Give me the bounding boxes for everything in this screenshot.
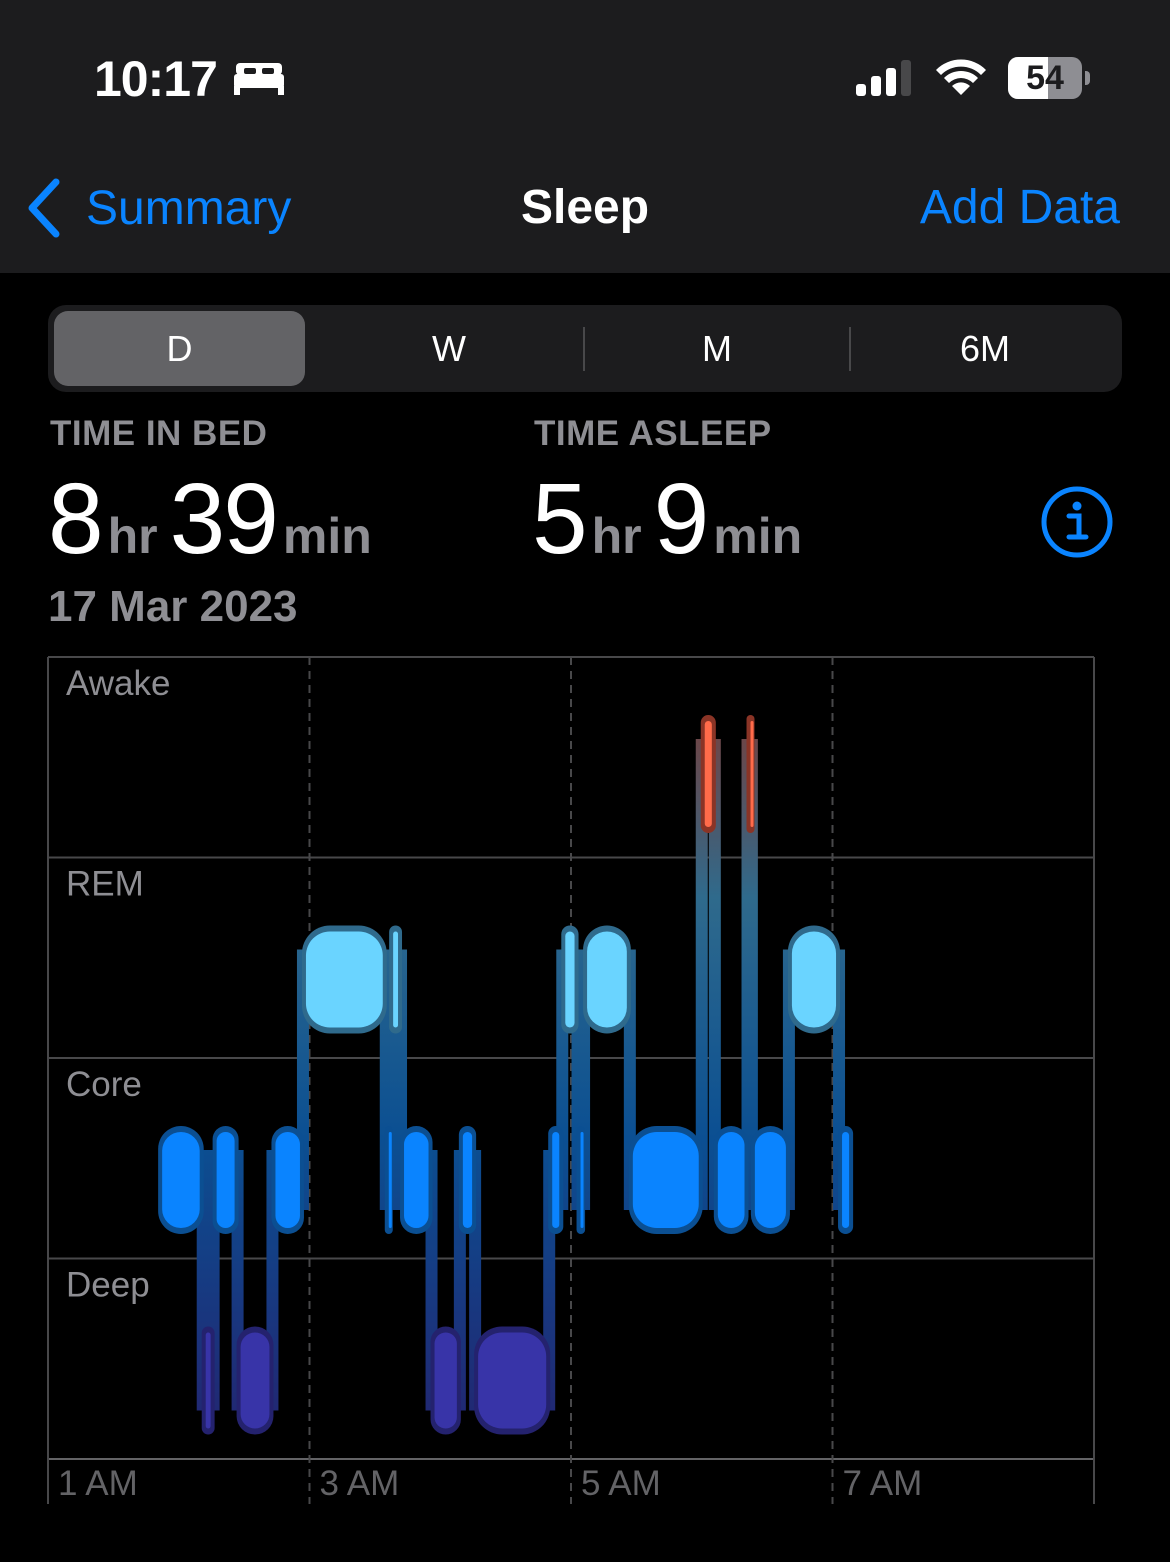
stage-label-core: Core (66, 1065, 142, 1104)
stage-bar-rem[interactable] (791, 931, 837, 1028)
signal-bar (886, 68, 896, 96)
x-tick-label: 5 AM (581, 1464, 661, 1503)
stage-label-rem: REM (66, 865, 144, 904)
time-in-bed-minutes: 39 (169, 463, 279, 575)
time-in-bed-label: TIME IN BED (50, 414, 268, 453)
stage-bar-deep[interactable] (478, 1332, 547, 1429)
date-label: 17 Mar 2023 (48, 582, 298, 631)
battery-indicator: 54 (1008, 57, 1090, 99)
stage-bar-rem[interactable] (565, 931, 575, 1028)
stage-bar-core[interactable] (717, 1132, 745, 1228)
stage-bar-core[interactable] (552, 1132, 560, 1228)
signal-bar (901, 60, 911, 96)
top-bar: 10:17 54 Summary Sleep Add Data (0, 0, 1170, 273)
stage-bar-core[interactable] (388, 1132, 392, 1228)
bed-icon (234, 63, 284, 95)
stage-bar-core[interactable] (632, 1132, 699, 1228)
x-tick-label: 3 AM (320, 1464, 400, 1503)
stage-bar-awake[interactable] (750, 721, 754, 827)
stage-bar-rem[interactable] (305, 931, 383, 1028)
stage-bar-awake[interactable] (704, 721, 712, 827)
hr-unit: hr (591, 508, 642, 564)
time-in-bed-value: 8 hr 39 min (48, 462, 384, 577)
stage-bar-deep[interactable] (434, 1332, 457, 1429)
time-asleep-value: 5 hr 9 min (532, 462, 814, 577)
stage-bar-deep[interactable] (240, 1332, 270, 1429)
stage-bar-core[interactable] (275, 1132, 300, 1228)
segment-month[interactable]: M (585, 311, 849, 386)
add-data-button[interactable]: Add Data (920, 180, 1120, 235)
stage-label-awake: Awake (66, 664, 170, 703)
time-range-segmented-control: D W M 6M (48, 305, 1122, 392)
stage-bar-core[interactable] (580, 1132, 584, 1228)
x-tick-label: 1 AM (58, 1464, 138, 1503)
x-tick-label: 7 AM (843, 1464, 923, 1503)
signal-bar (856, 84, 866, 96)
wifi-icon (936, 59, 986, 95)
min-unit: min (282, 508, 372, 564)
segment-six-months[interactable]: 6M (851, 311, 1119, 386)
battery-percent: 54 (1026, 59, 1064, 97)
stage-bar-core[interactable] (216, 1132, 235, 1228)
time-asleep-label: TIME ASLEEP (534, 414, 772, 453)
time-asleep-hours: 5 (532, 463, 588, 575)
stage-bar-deep[interactable] (205, 1332, 211, 1429)
cellular-signal-icon (856, 60, 911, 96)
sleep-stages-chart: Awake REM Core Deep 1 AM 3 AM 5 AM 7 AM (47, 656, 1095, 1504)
info-icon[interactable] (1040, 485, 1114, 559)
stage-label-deep: Deep (66, 1266, 150, 1305)
stage-bar-core[interactable] (842, 1132, 850, 1228)
segment-day[interactable]: D (54, 311, 305, 386)
hr-unit: hr (107, 508, 158, 564)
time-in-bed-hours: 8 (48, 463, 104, 575)
stage-bar-rem[interactable] (587, 931, 627, 1028)
status-time: 10:17 (94, 51, 218, 107)
min-unit: min (713, 508, 803, 564)
segment-week[interactable]: W (315, 311, 583, 386)
stage-bar-core[interactable] (162, 1132, 200, 1228)
stage-bar-rem[interactable] (393, 931, 399, 1028)
stage-bar-core[interactable] (462, 1132, 473, 1228)
time-asleep-minutes: 9 (653, 463, 710, 575)
stage-bar-core[interactable] (754, 1132, 786, 1228)
stage-bar-core[interactable] (404, 1132, 429, 1228)
signal-bar (871, 76, 881, 96)
